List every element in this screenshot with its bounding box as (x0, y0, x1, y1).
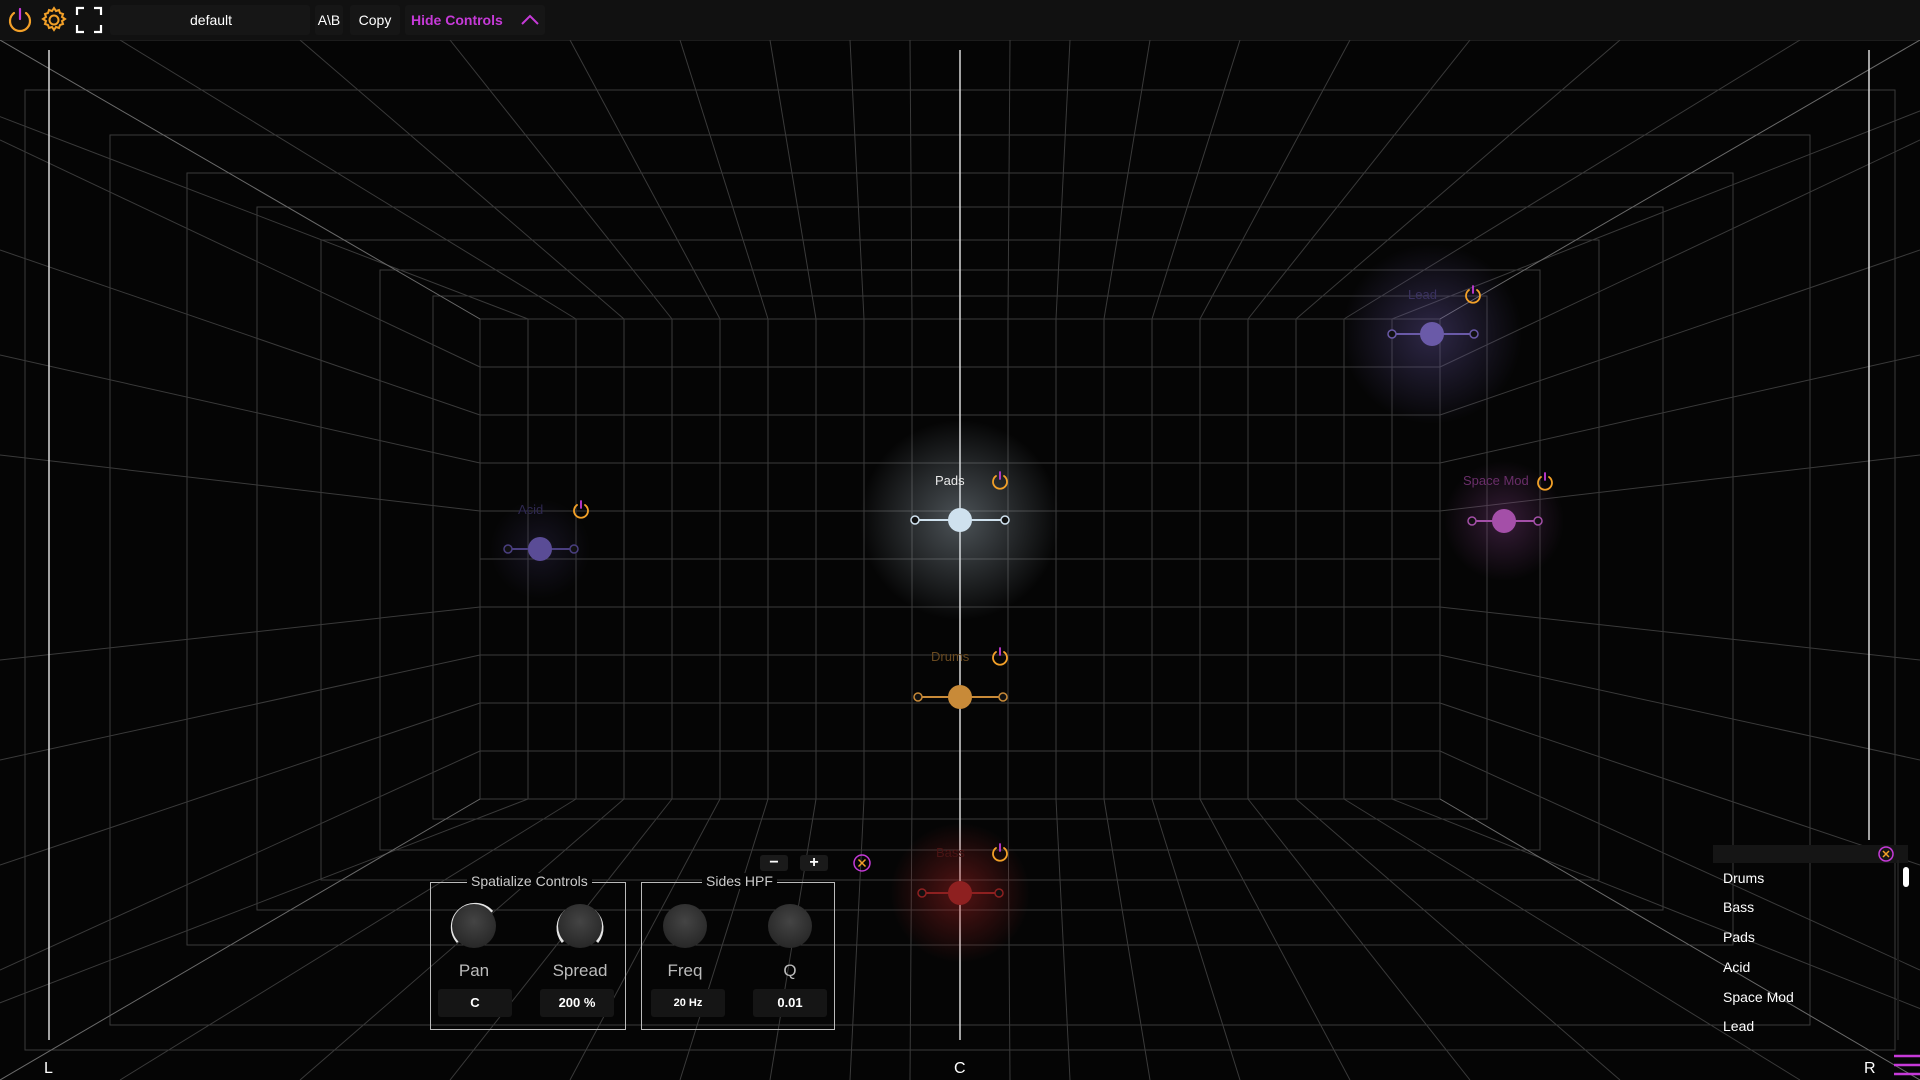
power-icon[interactable] (4, 4, 36, 36)
freq-knob[interactable] (663, 904, 707, 948)
pan-label: Pan (458, 961, 490, 980)
preset-selector[interactable]: default (110, 5, 310, 35)
menu-icon[interactable] (1892, 1052, 1920, 1078)
track-list-item-drums[interactable]: Drums (1723, 870, 1764, 886)
spatialize-controls-title: Spatialize Controls (467, 873, 592, 889)
pan-value[interactable]: C (438, 989, 512, 1017)
track-list-panel: Drums Bass Pads Acid Space Mod Lead (1713, 845, 1910, 1035)
lead-label: Lead (1408, 287, 1437, 302)
freq-label: Freq (667, 961, 703, 980)
ab-compare-button[interactable]: A\B (315, 5, 343, 35)
freq-value[interactable]: 20 Hz (651, 989, 725, 1017)
q-value[interactable]: 0.01 (753, 989, 827, 1017)
track-list-item-acid[interactable]: Acid (1723, 959, 1750, 975)
drums-power-icon[interactable] (992, 647, 1008, 666)
acid-label: Acid (518, 502, 544, 517)
bass-label: Bass (936, 845, 965, 860)
hide-controls-label: Hide Controls (411, 12, 503, 28)
zoom-in-button[interactable]: + (800, 855, 828, 871)
q-label: Q (783, 961, 797, 980)
chevron-up-icon (521, 14, 539, 25)
sides-hpf-title: Sides HPF (702, 873, 777, 889)
axis-right-label: R (1864, 1060, 1876, 1077)
spatial-grid (0, 40, 1920, 1080)
q-knob[interactable] (768, 904, 812, 948)
pan-knob[interactable] (452, 904, 496, 948)
track-list-item-lead[interactable]: Lead (1723, 1018, 1754, 1034)
pads-label: Pads (935, 473, 965, 488)
gear-icon[interactable] (38, 4, 70, 36)
track-list-item-space-mod[interactable]: Space Mod (1723, 989, 1794, 1005)
zoom-out-button[interactable]: − (760, 855, 788, 871)
toolbar: default A\B Copy Hide Controls (0, 0, 1920, 41)
close-controls-icon[interactable] (852, 853, 872, 873)
axis-center-label: C (954, 1060, 966, 1077)
spread-label: Spread (552, 961, 608, 980)
track-list-scrollbar[interactable] (1897, 860, 1899, 1040)
fullscreen-icon[interactable] (73, 4, 105, 36)
spread-knob[interactable] (558, 904, 602, 948)
hide-controls-button[interactable]: Hide Controls (405, 5, 545, 35)
drums-label: Drums (931, 649, 970, 664)
axis-left-label: L (44, 1060, 53, 1077)
track-list-scroll-thumb[interactable] (1903, 867, 1909, 887)
close-list-icon[interactable] (1877, 845, 1895, 863)
spread-value[interactable]: 200 % (540, 989, 614, 1017)
copy-button[interactable]: Copy (350, 5, 400, 35)
drums-node[interactable] (913, 685, 1008, 709)
track-list-item-pads[interactable]: Pads (1723, 929, 1755, 945)
preset-name: default (190, 12, 233, 28)
track-list-item-bass[interactable]: Bass (1723, 899, 1754, 915)
space-mod-label: Space Mod (1463, 473, 1529, 488)
